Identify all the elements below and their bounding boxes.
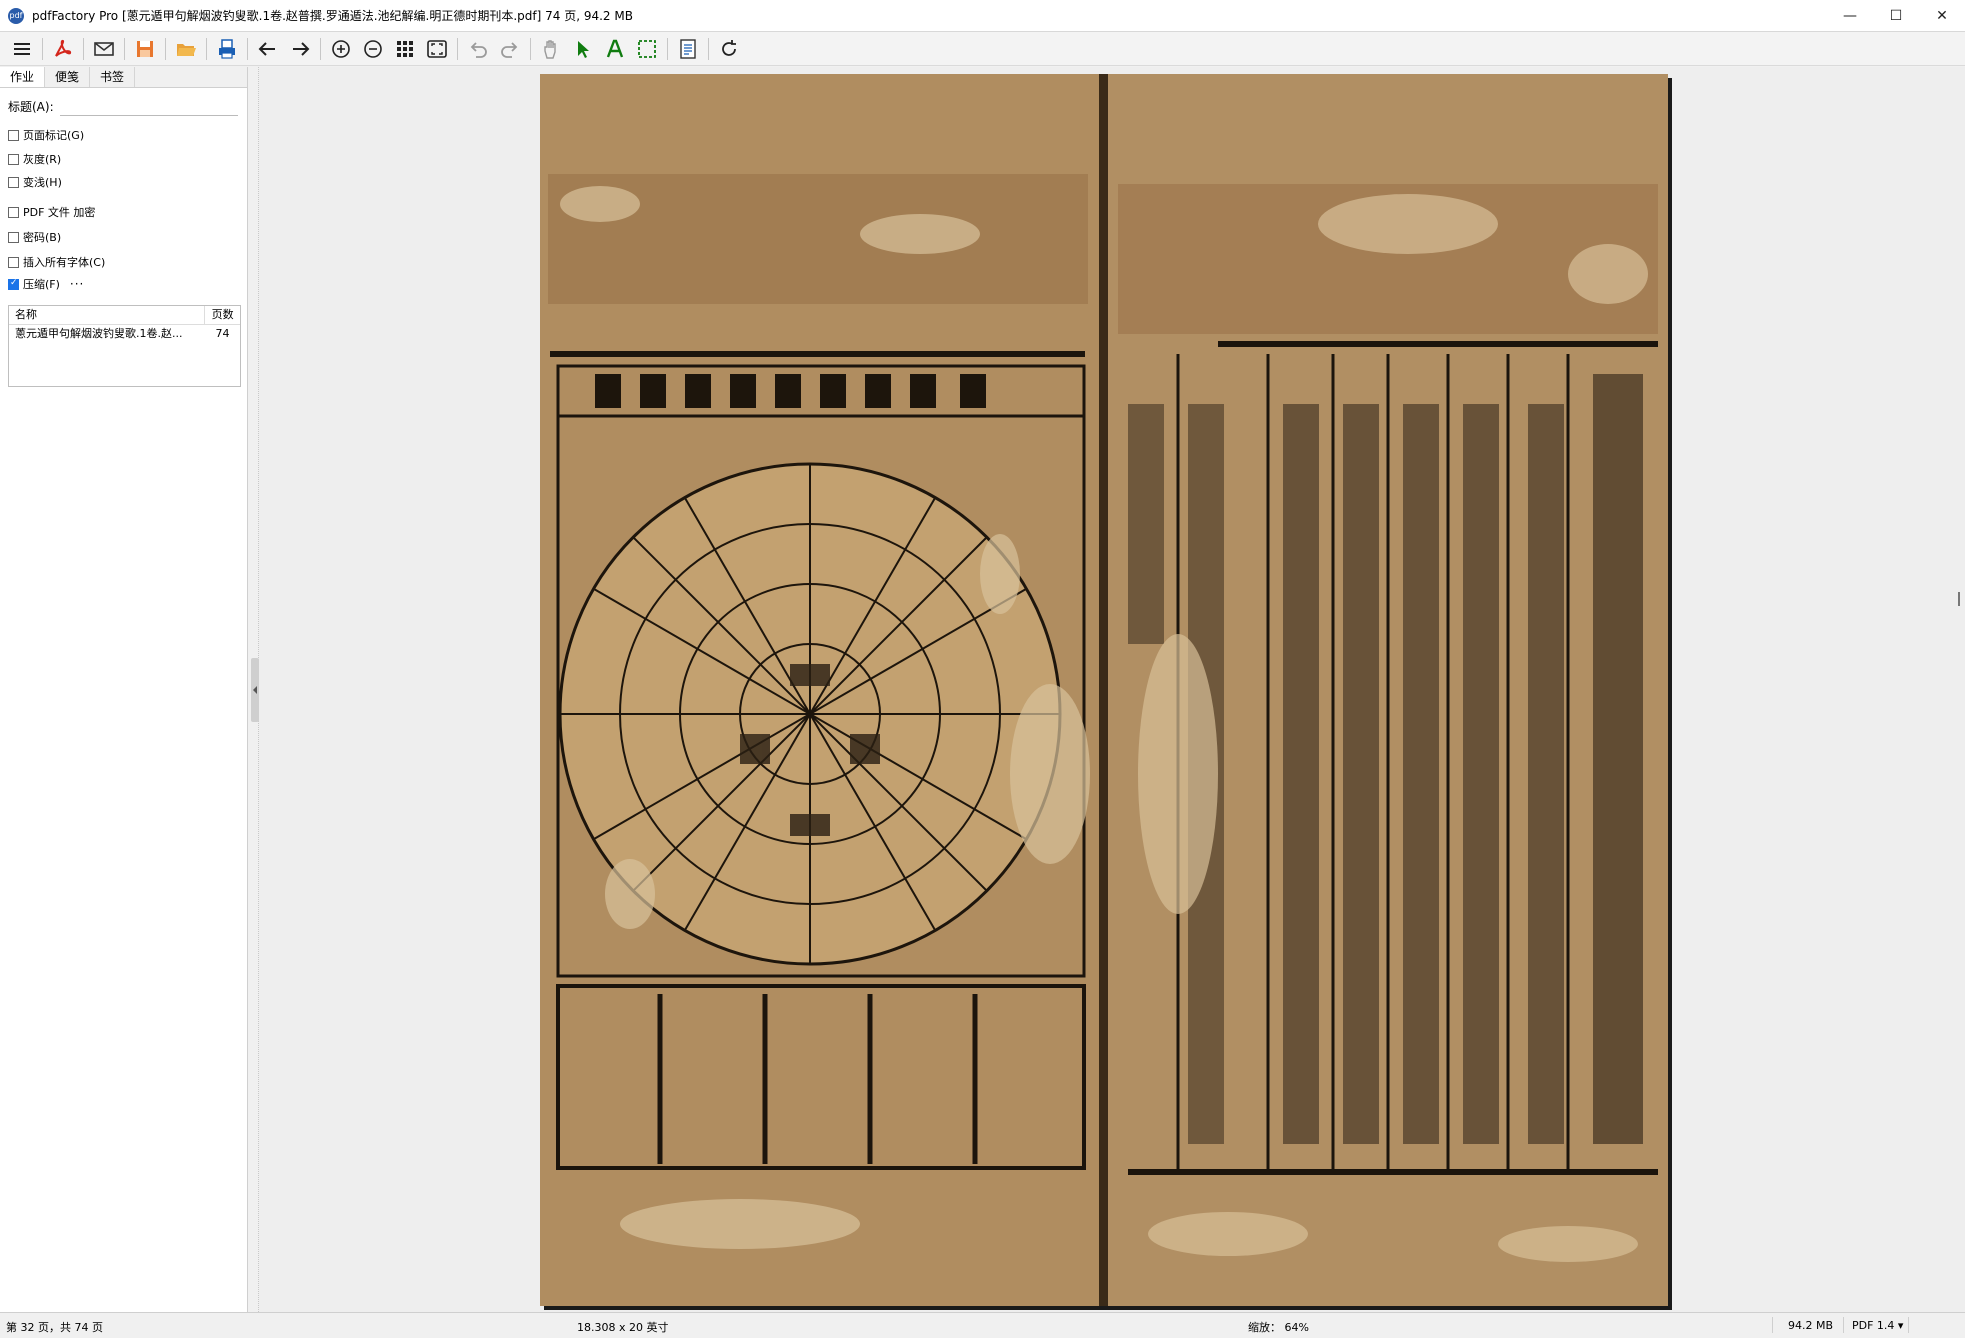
page-image	[540, 74, 1668, 1306]
forward-arrow-icon[interactable]	[286, 35, 314, 63]
back-arrow-icon[interactable]	[254, 35, 282, 63]
title-bar: pdf pdfFactory Pro [蔥元遁甲句解烟波钓叟歌.1卷.赵普撰.罗…	[0, 0, 1965, 32]
menu-icon[interactable]	[8, 35, 36, 63]
collapse-panel-handle[interactable]	[251, 658, 259, 722]
toolbar-divider	[320, 37, 321, 60]
option-label: 压缩(F)	[23, 278, 60, 291]
file-pages: 74	[215, 327, 230, 340]
fit-page-icon[interactable]	[423, 35, 451, 63]
status-divider	[1772, 1317, 1773, 1333]
toolbar-divider	[530, 37, 531, 60]
status-divider	[1908, 1317, 1909, 1333]
grid-icon[interactable]	[391, 35, 419, 63]
checkbox[interactable]	[8, 176, 19, 188]
hand-tool-icon[interactable]	[537, 35, 565, 63]
status-divider	[1843, 1317, 1844, 1333]
refresh-icon[interactable]	[715, 35, 743, 63]
option-grayscale[interactable]: 灰度(R)	[8, 151, 61, 167]
close-button[interactable]: ✕	[1919, 0, 1965, 31]
pdf-version-select[interactable]: PDF 1.4 ▾	[1852, 1319, 1903, 1332]
toolbar-divider	[206, 37, 207, 60]
column-header-name[interactable]: 名称	[9, 306, 206, 324]
minimize-button[interactable]: —	[1827, 0, 1873, 31]
redo-icon[interactable]	[496, 35, 524, 63]
tab-jobs[interactable]: 作业	[0, 67, 46, 87]
toolbar-divider	[708, 37, 709, 60]
page-indicator: 第 32 页，共 74 页	[6, 1321, 103, 1334]
toolbar-divider	[457, 37, 458, 60]
left-leaf-image	[540, 74, 1100, 1306]
checkbox[interactable]	[8, 129, 19, 141]
column-header-pages[interactable]: 页数	[205, 306, 240, 324]
maximize-button[interactable]: ☐	[1873, 0, 1919, 31]
toolbar-divider	[42, 37, 43, 60]
status-bar: 第 32 页，共 74 页 18.308 x 20 英寸 缩放： 64% 94.…	[0, 1312, 1965, 1338]
option-pdf-encrypt[interactable]: PDF 文件 加密	[8, 204, 95, 220]
file-size: 94.2 MB	[1788, 1319, 1834, 1332]
zoom-level[interactable]: 缩放： 64%	[1248, 1319, 1309, 1335]
window-title: pdfFactory Pro [蔥元遁甲句解烟波钓叟歌.1卷.赵普撰.罗通遁法.…	[32, 9, 633, 23]
checkbox[interactable]	[8, 256, 19, 268]
print-icon[interactable]	[213, 35, 241, 63]
option-label: 灰度(R)	[23, 153, 62, 166]
app-logo-icon: pdf	[8, 7, 24, 24]
checkbox[interactable]	[8, 231, 19, 243]
option-password[interactable]: 密码(B)	[8, 229, 61, 245]
panel-tabs: 作业 便笺 书签	[0, 67, 247, 88]
right-leaf-image	[1108, 74, 1668, 1306]
tab-bookmarks[interactable]: 书签	[90, 67, 136, 87]
file-list: 名称 页数 蔥元遁甲句解烟波钓叟歌.1卷.赵... 74	[8, 305, 241, 387]
option-label: 页面标记(G)	[23, 129, 85, 142]
table-row[interactable]: 蔥元遁甲句解烟波钓叟歌.1卷.赵... 74	[9, 325, 240, 343]
more-options-button[interactable]: ···	[70, 277, 84, 291]
document-viewer[interactable]	[259, 67, 1965, 1312]
option-label: 变浅(H)	[23, 176, 62, 189]
option-page-marks[interactable]: 页面标记(G)	[8, 127, 84, 143]
toolbar-divider	[165, 37, 166, 60]
book-spine	[1099, 74, 1108, 1306]
scrollbar-thumb[interactable]	[1958, 592, 1960, 606]
select-tool-icon[interactable]	[569, 35, 597, 63]
pdf-icon[interactable]	[49, 35, 77, 63]
region-tool-icon[interactable]	[633, 35, 661, 63]
option-compress[interactable]: 压缩(F) ···	[8, 276, 84, 292]
title-field-row: 标题(A):	[8, 97, 238, 116]
toolbar-divider	[247, 37, 248, 60]
checkbox-checked[interactable]	[8, 278, 19, 290]
option-embed-fonts[interactable]: 插入所有字体(C)	[8, 254, 105, 270]
title-label: 标题(A):	[8, 100, 54, 114]
option-label: PDF 文件 加密	[23, 206, 96, 219]
title-input[interactable]	[59, 97, 238, 116]
zoom-out-icon[interactable]	[359, 35, 387, 63]
file-name: 蔥元遁甲句解烟波钓叟歌.1卷.赵...	[15, 327, 183, 340]
checkbox[interactable]	[8, 206, 19, 218]
save-icon[interactable]	[131, 35, 159, 63]
page-size: 18.308 x 20 英寸	[577, 1321, 669, 1334]
checkbox[interactable]	[8, 153, 19, 165]
toolbar-divider	[83, 37, 84, 60]
option-label: 插入所有字体(C)	[23, 256, 106, 269]
zoom-in-icon[interactable]	[327, 35, 355, 63]
toolbar-divider	[667, 37, 668, 60]
option-lighten[interactable]: 变浅(H)	[8, 174, 62, 190]
toolbar	[0, 32, 1965, 66]
scanned-book-spread	[540, 74, 1668, 1306]
open-folder-icon[interactable]	[172, 35, 200, 63]
settings-panel: 作业 便笺 书签 标题(A): 页面标记(G) 灰度(R) 变浅(H) PDF …	[0, 67, 248, 1312]
notes-icon[interactable]	[674, 35, 702, 63]
undo-icon[interactable]	[464, 35, 492, 63]
file-list-header: 名称 页数	[9, 306, 240, 325]
tab-notes[interactable]: 便笺	[45, 67, 91, 87]
option-label: 密码(B)	[23, 231, 62, 244]
email-icon[interactable]	[90, 35, 118, 63]
toolbar-divider	[124, 37, 125, 60]
text-tool-icon[interactable]	[601, 35, 629, 63]
